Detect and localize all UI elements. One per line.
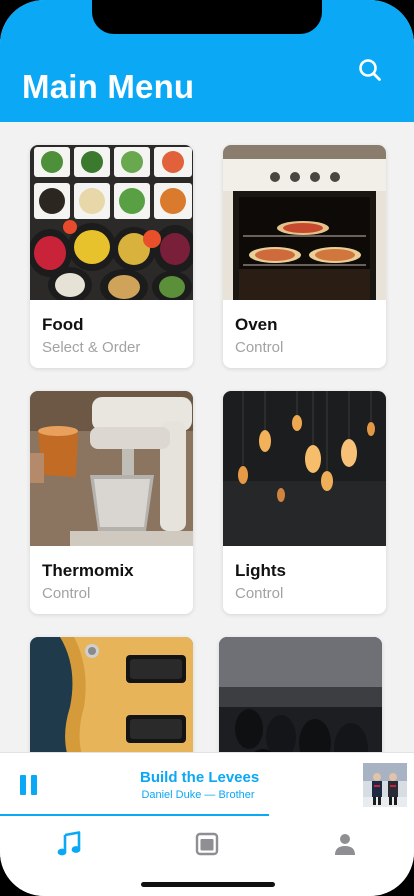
profile-icon <box>335 834 355 855</box>
food-image <box>30 145 193 300</box>
tablet-icon <box>195 832 219 856</box>
app-screen: Main Menu Food Select & Order Oven Contr… <box>0 0 414 896</box>
tab-music[interactable] <box>49 824 89 864</box>
card-subtitle: Select & Order <box>42 339 141 356</box>
song-artist: Daniel Duke — Brother <box>141 789 255 801</box>
pause-button[interactable] <box>20 775 38 795</box>
card-subtitle: Control <box>42 585 91 602</box>
menu-card-food[interactable]: Food Select & Order <box>30 145 193 368</box>
menu-card-lights[interactable]: Lights Control <box>223 391 386 614</box>
search-icon <box>359 59 381 81</box>
home-indicator <box>141 882 275 887</box>
menu-card-gym[interactable] <box>219 637 382 752</box>
page-title: Main Menu <box>22 68 195 105</box>
menu-grid[interactable]: Food Select & Order Oven Control Thermom… <box>0 122 414 752</box>
card-title: Lights <box>235 561 286 580</box>
album-cover[interactable] <box>363 763 407 807</box>
card-title: Thermomix <box>42 561 134 580</box>
card-title: Oven <box>235 315 278 334</box>
tab-profile[interactable] <box>325 824 365 864</box>
guitar-image <box>30 637 193 752</box>
thermomix-image <box>30 391 193 546</box>
lights-image <box>223 391 386 546</box>
gym-image <box>219 637 382 752</box>
oven-image <box>223 145 386 300</box>
menu-card-thermomix[interactable]: Thermomix Control <box>30 391 193 614</box>
pause-icon <box>20 775 26 795</box>
card-subtitle: Control <box>235 339 284 356</box>
search-button[interactable] <box>356 56 384 84</box>
now-playing-bar[interactable]: Build the Levees Daniel Duke — Brother <box>0 752 414 816</box>
menu-card-guitar[interactable] <box>30 637 193 752</box>
card-title: Food <box>42 315 84 334</box>
song-title: Build the Levees <box>140 769 260 786</box>
menu-card-oven[interactable]: Oven Control <box>223 145 386 368</box>
music-note-icon <box>57 831 81 856</box>
card-subtitle: Control <box>235 585 284 602</box>
device-notch <box>92 0 322 34</box>
tab-tablet[interactable] <box>187 824 227 864</box>
pause-icon <box>31 775 37 795</box>
